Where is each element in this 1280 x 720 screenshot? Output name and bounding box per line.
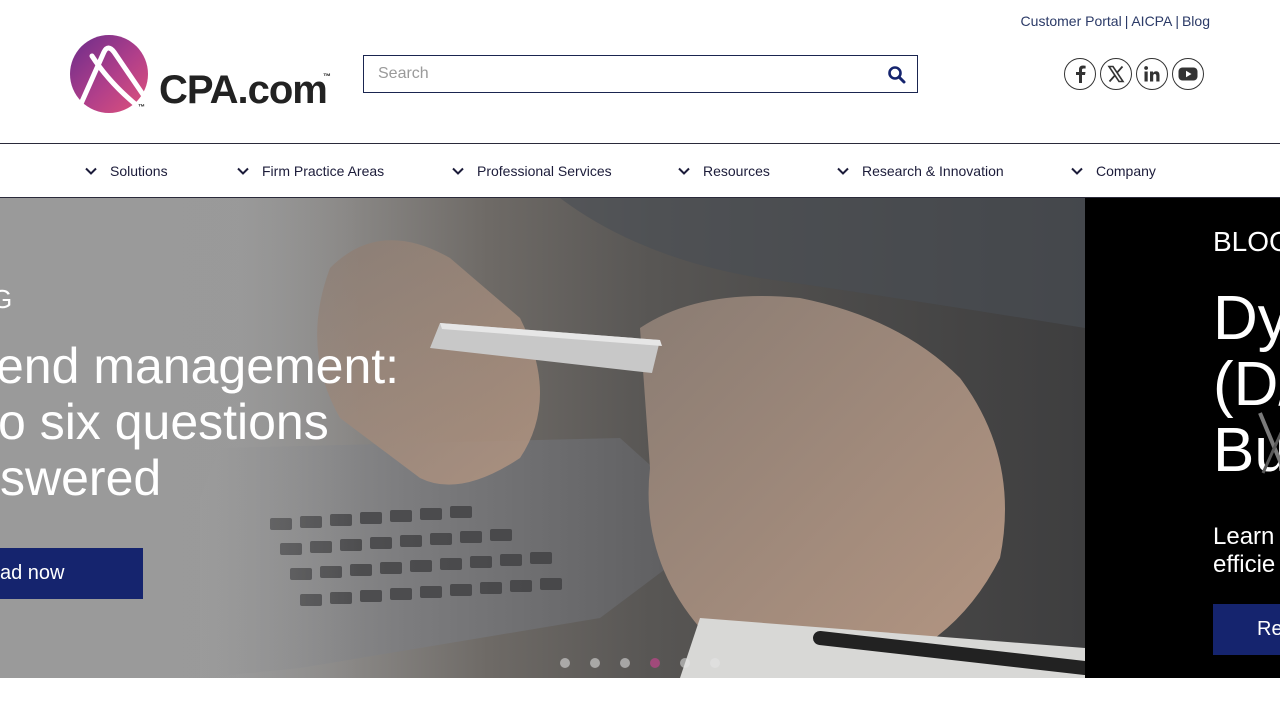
hero-carousel: G end management: o six questions swered… xyxy=(0,198,1280,678)
chevron-down-icon xyxy=(237,167,249,175)
slide-headline: end management: o six questions swered xyxy=(0,338,399,506)
x-icon[interactable] xyxy=(1100,58,1132,90)
chevron-down-icon xyxy=(85,167,97,175)
logo-mark-icon xyxy=(70,35,148,113)
carousel-dot[interactable] xyxy=(620,658,630,668)
social-links xyxy=(1064,58,1204,90)
blog-link[interactable]: Blog xyxy=(1182,13,1210,29)
slide-headline-line: end management: xyxy=(0,338,400,394)
hero-slide-right: BLOG Dy (D/ Bu Learn efficie Re xyxy=(1085,198,1280,678)
nav-item-resources[interactable]: Resources xyxy=(677,144,770,197)
nav-item-label: Research & Innovation xyxy=(862,162,1004,179)
nav-item-label: Solutions xyxy=(110,162,168,179)
chevron-down-icon xyxy=(678,167,690,175)
slide-eyebrow: BLOG xyxy=(1213,226,1280,257)
facebook-icon[interactable] xyxy=(1064,58,1096,90)
nav-item-label: Resources xyxy=(703,162,770,179)
logo-trademark: ™ xyxy=(138,104,145,111)
slide-subtext: Learn efficie xyxy=(1213,523,1275,579)
carousel-dot[interactable] xyxy=(680,658,690,668)
main-nav: Solutions Firm Practice Areas Profession… xyxy=(0,143,1280,198)
hero-slide-photo: G end management: o six questions swered… xyxy=(0,198,1085,678)
nav-item-company[interactable]: Company xyxy=(1070,144,1156,197)
nav-item-label: Firm Practice Areas xyxy=(262,162,385,179)
carousel-dot[interactable] xyxy=(590,658,600,668)
aicpa-link[interactable]: AICPA xyxy=(1131,13,1172,29)
slide-headline-line: o six questions xyxy=(0,394,329,450)
nav-item-research-innovation[interactable]: Research & Innovation xyxy=(836,144,1004,197)
utility-separator: | xyxy=(1175,13,1179,29)
logo-wordmark: CPA.com xyxy=(159,68,328,112)
read-now-label: ad now xyxy=(0,562,65,584)
search-input[interactable] xyxy=(364,56,874,92)
slide-subtext-line: Learn xyxy=(1213,523,1275,550)
read-now-button[interactable]: ad now xyxy=(0,548,143,599)
slide-headline-line: swered xyxy=(0,450,162,506)
linkedin-icon[interactable] xyxy=(1136,58,1168,90)
nav-item-solutions[interactable]: Solutions xyxy=(84,144,168,197)
utility-separator: | xyxy=(1124,13,1129,29)
nav-item-professional-services[interactable]: Professional Services xyxy=(451,144,612,197)
decorative-x-icon xyxy=(1258,412,1280,474)
carousel-dots xyxy=(560,658,720,668)
nav-item-label: Company xyxy=(1096,162,1156,179)
slide-headline-line: Dy xyxy=(1213,284,1280,353)
site-header: Customer Portal | AICPA | Blog ™ CPA.com ™ xyxy=(0,0,1280,143)
utility-links: Customer Portal | AICPA | Blog xyxy=(1021,13,1210,29)
youtube-icon[interactable] xyxy=(1172,58,1204,90)
customer-portal-link[interactable]: Customer Portal xyxy=(1021,13,1122,29)
chevron-down-icon xyxy=(452,167,464,175)
read-button-label: Re xyxy=(1257,618,1280,640)
slide-eyebrow: G xyxy=(0,284,13,314)
search-icon[interactable] xyxy=(887,65,907,85)
carousel-dot[interactable] xyxy=(560,658,570,668)
carousel-dot[interactable] xyxy=(650,658,660,668)
logo-trademark: ™ xyxy=(323,72,331,81)
carousel-dot[interactable] xyxy=(710,658,720,668)
chevron-down-icon xyxy=(837,167,849,175)
hero-slide-left: G end management: o six questions swered… xyxy=(0,198,600,678)
nav-item-firm-practice-areas[interactable]: Firm Practice Areas xyxy=(236,144,384,197)
chevron-down-icon xyxy=(1071,167,1083,175)
nav-item-label: Professional Services xyxy=(477,162,612,179)
read-button[interactable]: Re xyxy=(1213,604,1280,655)
slide-subtext-line: efficie xyxy=(1213,551,1276,578)
search-box xyxy=(363,55,918,93)
cpa-com-logo[interactable]: ™ CPA.com ™ xyxy=(70,34,335,116)
